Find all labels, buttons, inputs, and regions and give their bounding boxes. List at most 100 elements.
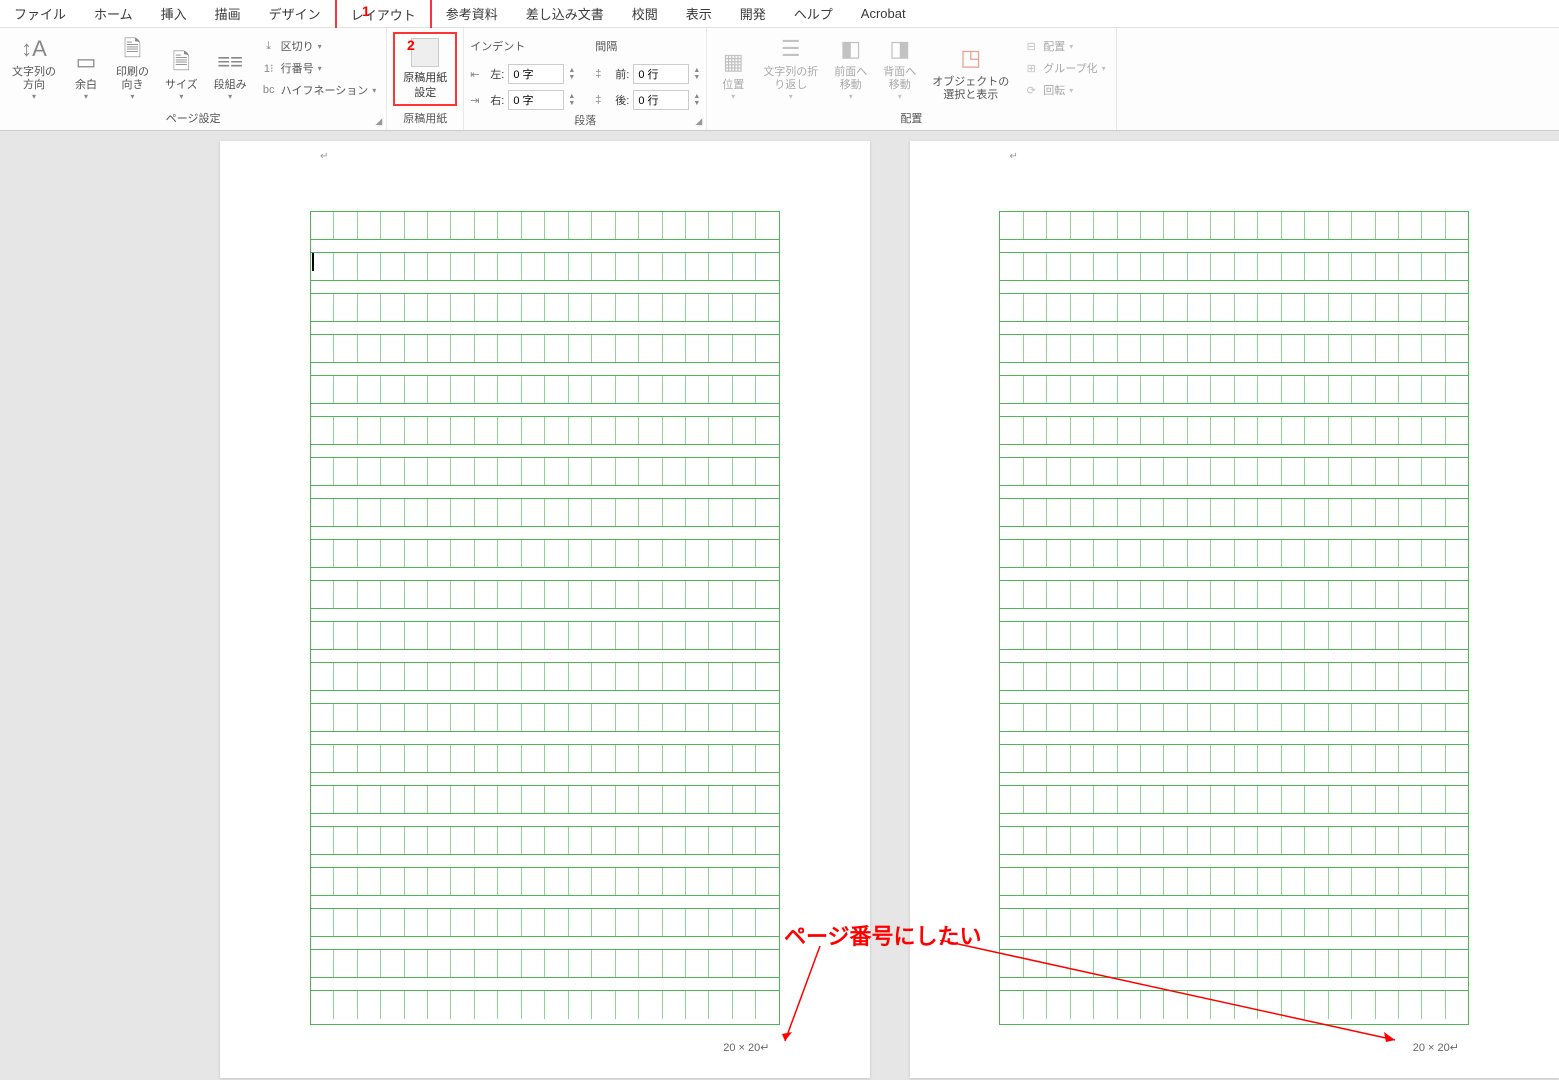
paragraph-mark: ↵ xyxy=(1010,151,1018,162)
indent-left-label: 左: xyxy=(490,66,504,82)
size-button[interactable]: 🗎 サイズ ▾ xyxy=(159,32,204,106)
hyphenation-button[interactable]: bc ハイフネーション ▾ xyxy=(257,80,381,100)
spacing-before-input[interactable] xyxy=(633,64,689,84)
annotation-marker-1: 1 xyxy=(362,3,370,19)
margins-label: 余白 xyxy=(75,79,97,92)
selection-pane-button[interactable]: ◳ オブジェクトの 選択と表示 xyxy=(926,32,1015,106)
chevron-down-icon: ▾ xyxy=(789,92,793,102)
chevron-down-icon: ▾ xyxy=(1069,86,1073,95)
orientation-button[interactable]: 🗎 印刷の 向き ▾ xyxy=(110,32,155,106)
spacing-after-spinner[interactable]: ▲▼ xyxy=(693,93,700,107)
group-label-paragraph: 段落 xyxy=(470,110,700,130)
paragraph-dialog-launcher[interactable]: ◢ xyxy=(695,116,702,127)
wrap-text-button[interactable]: ☰ 文字列の折 り返し ▾ xyxy=(757,32,824,106)
tab-draw[interactable]: 描画 xyxy=(201,0,255,29)
tab-insert[interactable]: 挿入 xyxy=(147,0,201,29)
tab-view[interactable]: 表示 xyxy=(672,0,726,29)
wrap-label: 文字列の折 り返し xyxy=(763,66,818,92)
annotation-marker-2: 2 xyxy=(407,37,415,53)
group-label-page-setup: ページ設定 xyxy=(6,108,380,128)
tab-home[interactable]: ホーム xyxy=(80,0,147,29)
hyphenation-icon: bc xyxy=(261,84,277,96)
spacing-after-input[interactable] xyxy=(633,90,689,110)
spacing-before-spinner[interactable]: ▲▼ xyxy=(693,67,700,81)
tab-acrobat[interactable]: Acrobat xyxy=(847,0,920,27)
selection-label: オブジェクトの 選択と表示 xyxy=(932,76,1009,102)
chevron-down-icon: ▾ xyxy=(179,92,183,102)
align-label: 配置 xyxy=(1043,38,1065,54)
indent-right-icon: ⇥ xyxy=(470,94,486,107)
genkou-label: 原稿用紙 設定 xyxy=(403,71,447,100)
selection-icon: ◳ xyxy=(960,45,981,71)
tab-developer[interactable]: 開発 xyxy=(726,0,780,29)
page-2[interactable]: ↵ 20 × 20↵ xyxy=(910,141,1559,1078)
send-backward-label: 背面へ 移動 xyxy=(883,66,916,92)
chevron-down-icon: ▾ xyxy=(84,92,88,102)
size-icon: 🗎 xyxy=(172,49,190,75)
line-numbers-button[interactable]: 1⁝ 行番号 ▾ xyxy=(257,58,381,78)
spacing-header: 間隔 xyxy=(595,36,700,58)
bring-forward-label: 前面へ 移動 xyxy=(834,66,867,92)
chevron-down-icon: ▾ xyxy=(898,92,902,102)
line-numbers-label: 行番号 xyxy=(281,60,314,76)
group-arrange: ▦ 位置 ▾ ☰ 文字列の折 り返し ▾ ◧ 前面へ 移動 ▾ ◨ 背面へ 移動… xyxy=(707,28,1116,130)
margins-button[interactable]: ▭ 余白 ▾ xyxy=(66,32,106,106)
orientation-label: 印刷の 向き xyxy=(116,66,149,92)
page-footer-1: 20 × 20↵ xyxy=(723,1041,769,1054)
line-numbers-icon: 1⁝ xyxy=(261,62,277,75)
bring-forward-button[interactable]: ◧ 前面へ 移動 ▾ xyxy=(828,32,873,106)
orientation-icon: 🗎 xyxy=(124,36,142,62)
genkou-icon xyxy=(411,38,439,67)
indent-right-spinner[interactable]: ▲▼ xyxy=(568,93,575,107)
spacing-before-icon: ‡ xyxy=(595,68,611,80)
chevron-down-icon: ▾ xyxy=(228,92,232,102)
group-objects-button[interactable]: ⊞ グループ化 ▾ xyxy=(1019,58,1109,78)
align-icon: ⊟ xyxy=(1023,40,1039,53)
columns-label: 段組み xyxy=(214,79,247,92)
rotate-icon: ⟳ xyxy=(1023,84,1039,97)
send-backward-button[interactable]: ◨ 背面へ 移動 ▾ xyxy=(877,32,922,106)
hyphenation-label: ハイフネーション xyxy=(281,82,369,98)
breaks-button[interactable]: ⤓ 区切り ▾ xyxy=(257,36,381,56)
ribbon-body: ↕A 文字列の 方向 ▾ ▭ 余白 ▾ 🗎 印刷の 向き ▾ 🗎 サイズ ▾ ≡… xyxy=(0,28,1559,131)
group-genkou: 原稿用紙 設定 原稿用紙 xyxy=(387,28,464,130)
tab-references[interactable]: 参考資料 xyxy=(432,0,512,29)
chevron-down-icon: ▾ xyxy=(318,42,322,51)
tab-review[interactable]: 校閲 xyxy=(618,0,672,29)
indent-left-spinner[interactable]: ▲▼ xyxy=(568,67,575,81)
rotate-label: 回転 xyxy=(1043,82,1065,98)
wrap-icon: ☰ xyxy=(781,36,801,62)
genkou-grid-2 xyxy=(999,211,1469,1025)
tab-file[interactable]: ファイル xyxy=(0,0,80,29)
chevron-down-icon: ▾ xyxy=(372,86,376,95)
text-cursor xyxy=(312,253,314,271)
columns-button[interactable]: ≡≡ 段組み ▾ xyxy=(208,32,253,106)
page-setup-dialog-launcher[interactable]: ◢ xyxy=(375,116,382,127)
indent-left-input[interactable] xyxy=(508,64,564,84)
tab-help[interactable]: ヘルプ xyxy=(780,0,847,29)
chevron-down-icon: ▾ xyxy=(1069,42,1073,51)
rotate-button[interactable]: ⟳ 回転 ▾ xyxy=(1019,80,1109,100)
spacing-after-icon: ‡ xyxy=(595,94,611,106)
bring-forward-icon: ◧ xyxy=(840,36,861,62)
position-button[interactable]: ▦ 位置 ▾ xyxy=(713,32,753,106)
tab-layout[interactable]: レイアウト xyxy=(335,0,432,31)
group-objects-label: グループ化 xyxy=(1043,60,1097,76)
page-1[interactable]: ↵ 20 × 20↵ xyxy=(220,141,870,1078)
tab-design[interactable]: デザイン xyxy=(255,0,335,29)
chevron-down-icon: ▾ xyxy=(32,92,36,102)
indent-left-icon: ⇤ xyxy=(470,68,486,81)
text-direction-label: 文字列の 方向 xyxy=(12,66,56,92)
size-label: サイズ xyxy=(165,79,198,92)
indent-right-input[interactable] xyxy=(508,90,564,110)
genkou-settings-button[interactable]: 原稿用紙 設定 xyxy=(393,32,457,106)
spacing-before-label: 前: xyxy=(615,66,629,82)
group-label-arrange: 配置 xyxy=(713,108,1109,128)
align-button[interactable]: ⊟ 配置 ▾ xyxy=(1019,36,1109,56)
breaks-icon: ⤓ xyxy=(261,40,277,53)
text-direction-button[interactable]: ↕A 文字列の 方向 ▾ xyxy=(6,32,62,106)
chevron-down-icon: ▾ xyxy=(130,92,134,102)
tab-mailings[interactable]: 差し込み文書 xyxy=(512,0,618,29)
breaks-label: 区切り xyxy=(281,38,314,54)
indent-right-label: 右: xyxy=(490,92,504,108)
